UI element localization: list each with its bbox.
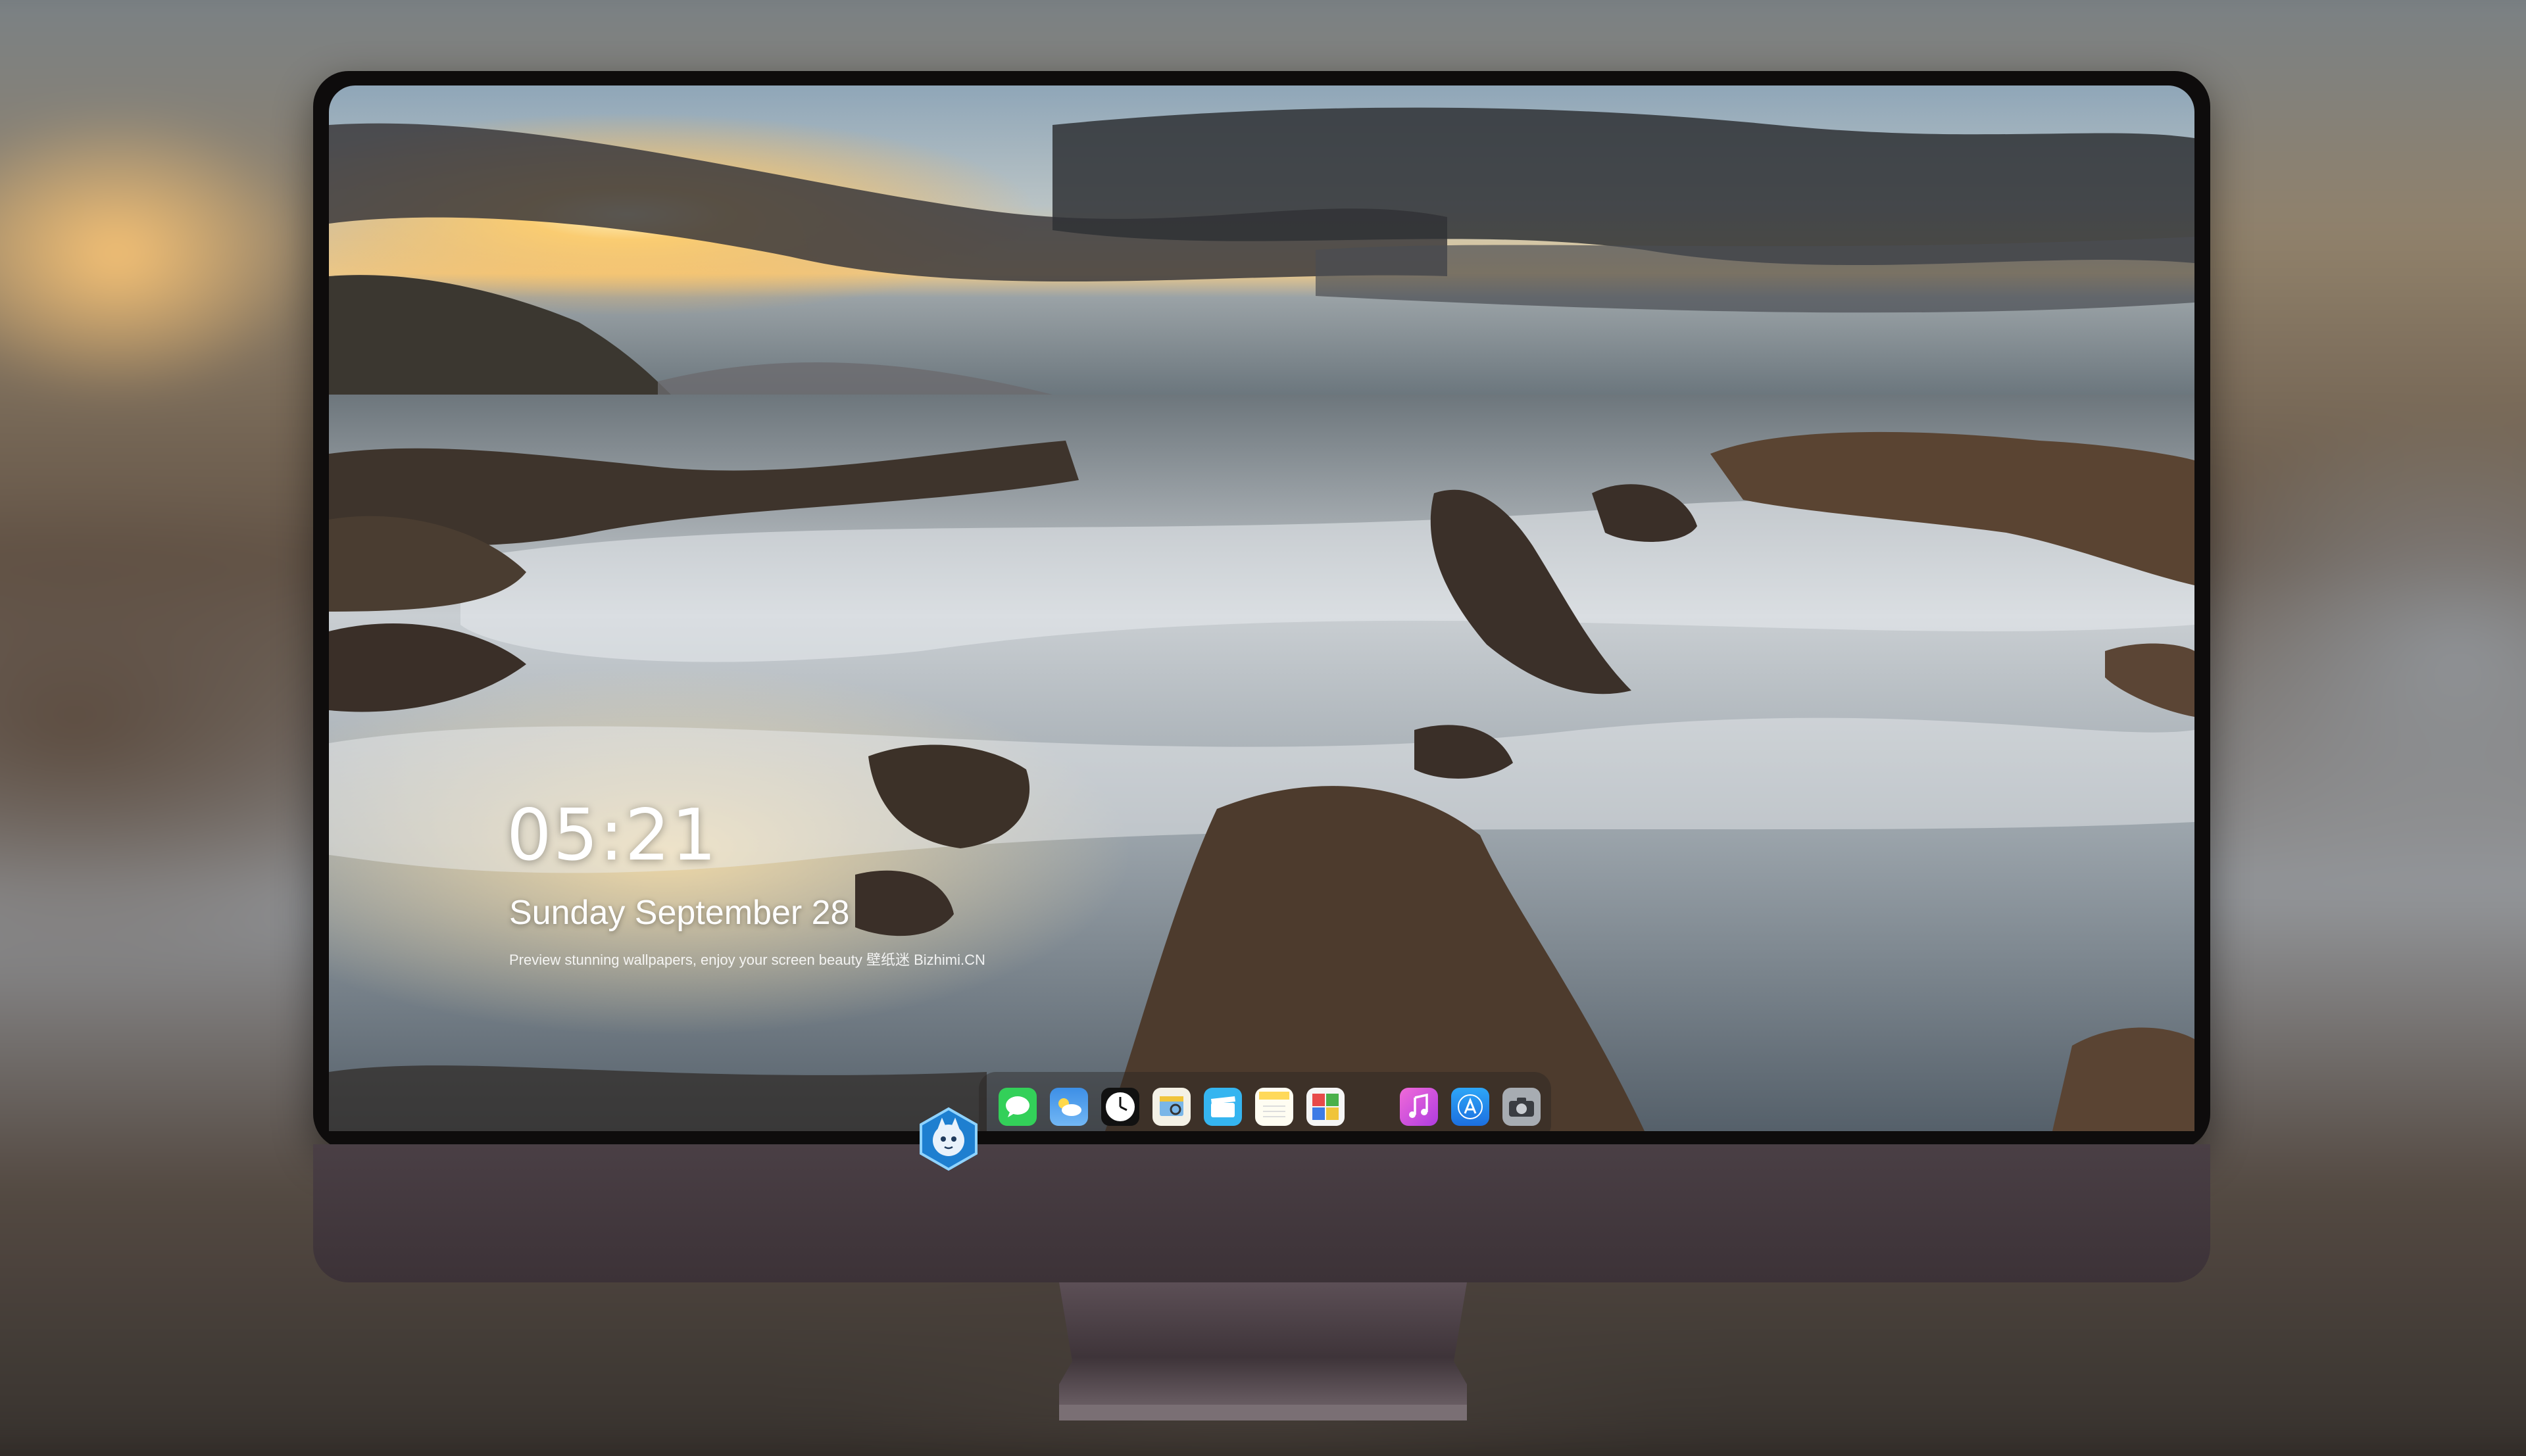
monitor-stand — [1059, 1282, 1467, 1420]
lock-screen-time: 05:21 — [507, 794, 718, 877]
lock-screen-date: Sunday September 28 — [509, 894, 850, 932]
notes-icon[interactable] — [1255, 1088, 1293, 1126]
weather-icon[interactable] — [1050, 1088, 1088, 1126]
camera-icon[interactable] — [1502, 1088, 1541, 1126]
dock — [979, 1072, 1551, 1131]
wallpaper-caption: Preview stunning wallpapers, enjoy your … — [509, 952, 985, 968]
brand-logo — [920, 1107, 978, 1171]
messages-icon[interactable] — [999, 1088, 1037, 1126]
imac-monitor: 05:21 Sunday September 28 Preview stunni… — [313, 71, 2210, 1282]
desktop-screen: 05:21 Sunday September 28 Preview stunni… — [329, 85, 2194, 1131]
clips-icon[interactable] — [1204, 1088, 1242, 1126]
wallpaper-image — [329, 85, 2194, 1131]
monitor-chin — [313, 1144, 2210, 1282]
preview-icon[interactable] — [1152, 1088, 1191, 1126]
app-store-icon[interactable] — [1451, 1088, 1489, 1126]
itunes-icon[interactable] — [1400, 1088, 1438, 1126]
photo-booth-icon[interactable] — [1306, 1088, 1345, 1126]
clock-icon[interactable] — [1101, 1088, 1139, 1126]
